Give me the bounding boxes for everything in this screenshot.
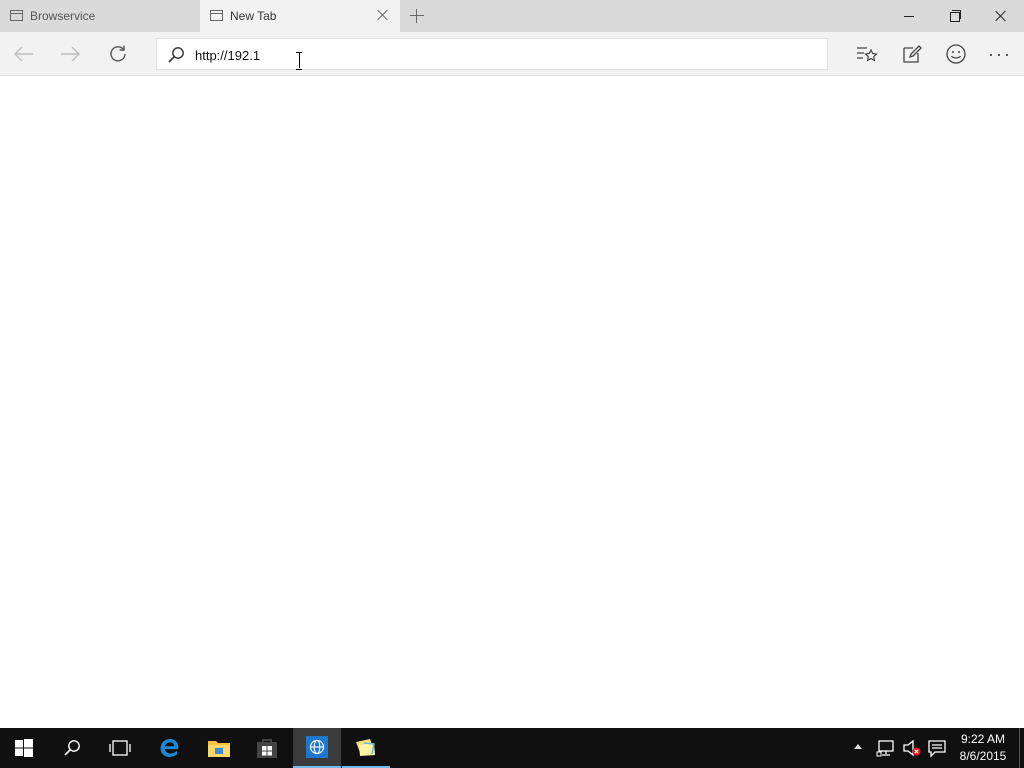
folder-icon [208, 741, 230, 757]
favorites-star-icon [857, 47, 878, 62]
edge-browser-icon [160, 739, 179, 757]
close-window-button[interactable] [978, 0, 1024, 32]
tab-label: Browservice [30, 9, 96, 23]
tab-label: New Tab [230, 9, 277, 23]
taskbar: 9:22 AM 8/6/2015 [0, 728, 1024, 768]
show-hidden-icons-button[interactable] [854, 744, 862, 749]
close-tab-icon[interactable] [376, 8, 390, 22]
refresh-icon [110, 45, 126, 62]
taskbar-sticky-notes-button[interactable] [342, 728, 390, 768]
text-cursor-icon [296, 52, 302, 70]
taskbar-clock[interactable]: 9:22 AM 8/6/2015 [952, 731, 1014, 765]
search-icon [64, 740, 80, 756]
sticky-notes-icon [356, 739, 375, 756]
volume-muted-icon[interactable] [902, 738, 922, 758]
globe-app-icon [306, 736, 328, 758]
arrow-left-icon [14, 46, 33, 62]
back-button[interactable] [2, 32, 46, 76]
refresh-button[interactable] [96, 32, 140, 76]
pen-note-icon [903, 45, 922, 63]
web-note-button[interactable] [890, 32, 934, 76]
windows-logo-icon [15, 739, 33, 757]
clock-date: 8/6/2015 [959, 749, 1007, 763]
browser-title-bar: Browservice New Tab [0, 0, 1024, 32]
taskbar-edge-button[interactable] [146, 728, 194, 768]
arrow-right-icon [61, 46, 80, 62]
taskbar-store-button[interactable] [243, 728, 291, 768]
restore-button[interactable] [932, 0, 978, 32]
forward-button[interactable] [48, 32, 92, 76]
more-actions-button[interactable]: ··· [978, 32, 1022, 76]
show-desktop-button[interactable] [1019, 728, 1020, 768]
minimize-button[interactable] [886, 0, 932, 32]
task-view-icon [109, 740, 131, 756]
network-icon[interactable] [876, 738, 896, 758]
taskbar-browser-app-button[interactable] [293, 728, 341, 768]
task-view-button[interactable] [96, 728, 144, 768]
navigation-bar: ··· [0, 32, 1024, 76]
taskbar-search-button[interactable] [48, 728, 96, 768]
tab-new-tab[interactable]: New Tab [200, 0, 400, 32]
page-icon [210, 10, 223, 21]
page-icon [10, 10, 23, 21]
new-tab-button[interactable] [408, 7, 426, 25]
taskbar-file-explorer-button[interactable] [195, 728, 243, 768]
search-icon [168, 47, 184, 63]
feedback-button[interactable] [934, 32, 978, 76]
address-bar[interactable] [156, 38, 828, 70]
smiley-icon [946, 44, 966, 64]
action-center-icon[interactable] [927, 738, 947, 758]
store-bag-icon [257, 739, 277, 758]
tab-browservice[interactable]: Browservice [0, 0, 199, 32]
reading-list-button[interactable] [845, 32, 889, 76]
address-input[interactable] [195, 46, 795, 64]
page-content[interactable] [0, 77, 1024, 728]
clock-time: 9:22 AM [960, 732, 1006, 746]
start-button[interactable] [0, 728, 48, 768]
